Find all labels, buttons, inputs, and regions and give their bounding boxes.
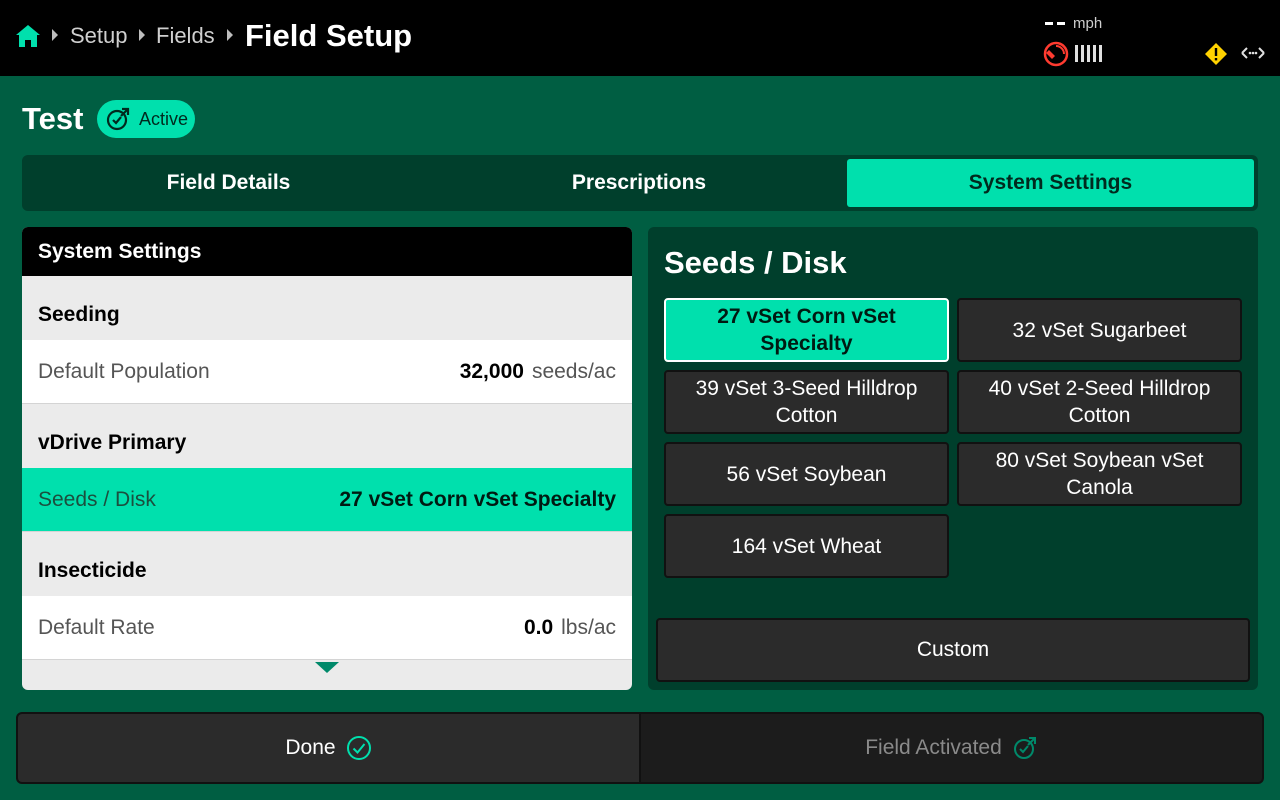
row-label: Seeds / Disk: [38, 487, 156, 511]
active-target-icon: [106, 107, 130, 131]
signal-strength-icon: [1075, 45, 1102, 62]
panel-title: System Settings: [22, 227, 632, 276]
check-circle-icon: [346, 736, 371, 760]
seeds-per-disk-panel: Seeds / Disk 27 vSet Corn vSet Specialty…: [648, 227, 1258, 690]
row-label: Default Rate: [38, 615, 155, 639]
tab-system-settings[interactable]: System Settings: [847, 159, 1254, 207]
row-seeds-per-disk[interactable]: Seeds / Disk 27 vSet Corn vSet Specialty: [22, 468, 632, 532]
row-label: Default Population: [38, 359, 210, 383]
breadcrumb-separator-icon: [139, 29, 145, 41]
row-unit: seeds/ac: [531, 359, 616, 383]
speed-value-dash: [1045, 22, 1053, 25]
system-settings-panel[interactable]: System Settings Seeding Default Populati…: [22, 227, 632, 690]
option-39-3-seed-hilldrop-cotton[interactable]: 39 vSet 3-Seed Hilldrop Cotton: [664, 370, 949, 434]
breadcrumb-fields[interactable]: Fields: [156, 22, 215, 50]
breadcrumb-setup[interactable]: Setup: [70, 22, 128, 50]
options-title: Seeds / Disk: [664, 245, 847, 280]
option-27-corn-specialty[interactable]: 27 vSet Corn vSet Specialty: [664, 298, 949, 362]
field-activated-label: Field Activated: [865, 736, 1002, 759]
option-80-soybean-canola[interactable]: 80 vSet Soybean vSet Canola: [957, 442, 1242, 506]
option-164-wheat[interactable]: 164 vSet Wheat: [664, 514, 949, 578]
activated-target-icon: [1013, 737, 1036, 759]
warning-icon[interactable]: [1204, 42, 1228, 66]
status-badge: Active: [97, 100, 195, 138]
home-icon[interactable]: [14, 22, 42, 50]
row-value: 32,000: [459, 359, 524, 383]
done-button-label: Done: [285, 736, 336, 759]
custom-button[interactable]: Custom: [656, 618, 1250, 682]
option-32-sugarbeet[interactable]: 32 vSet Sugarbeet: [957, 298, 1242, 362]
option-40-2-seed-hilldrop-cotton[interactable]: 40 vSet 2-Seed Hilldrop Cotton: [957, 370, 1242, 434]
done-button[interactable]: Done: [18, 714, 639, 782]
satellite-alert-icon[interactable]: [1043, 41, 1069, 67]
row-value: 27 vSet Corn vSet Specialty: [339, 487, 616, 511]
breadcrumb-separator-icon: [227, 29, 233, 41]
section-heading-seeding: Seeding: [22, 276, 632, 340]
section-heading-vdrive-primary: vDrive Primary: [22, 404, 632, 468]
tab-prescriptions[interactable]: Prescriptions: [435, 159, 843, 207]
row-unit: lbs/ac: [561, 615, 616, 639]
breadcrumb-separator-icon: [52, 29, 58, 41]
status-badge-label: Active: [139, 108, 189, 129]
scroll-down-icon[interactable]: [315, 662, 339, 673]
tab-field-details[interactable]: Field Details: [26, 159, 431, 207]
speed-unit: mph: [1073, 15, 1103, 32]
page-title: Field Setup: [245, 18, 413, 53]
bottom-action-bar: Done Field Activated: [16, 712, 1264, 784]
connection-icon[interactable]: [1240, 44, 1266, 62]
field-activated-button[interactable]: Field Activated: [641, 714, 1262, 782]
row-value: 0.0: [523, 615, 554, 639]
field-name: Test: [22, 101, 84, 136]
top-bar: Setup Fields Field Setup mph: [0, 0, 1280, 76]
option-56-soybean[interactable]: 56 vSet Soybean: [664, 442, 949, 506]
row-default-population[interactable]: Default Population 32,000 seeds/ac: [22, 340, 632, 404]
speed-value-dash: [1057, 22, 1065, 25]
row-default-rate[interactable]: Default Rate 0.0 lbs/ac: [22, 596, 632, 660]
section-heading-insecticide: Insecticide: [22, 532, 632, 596]
tab-bar: Field Details Prescriptions System Setti…: [22, 155, 1258, 211]
